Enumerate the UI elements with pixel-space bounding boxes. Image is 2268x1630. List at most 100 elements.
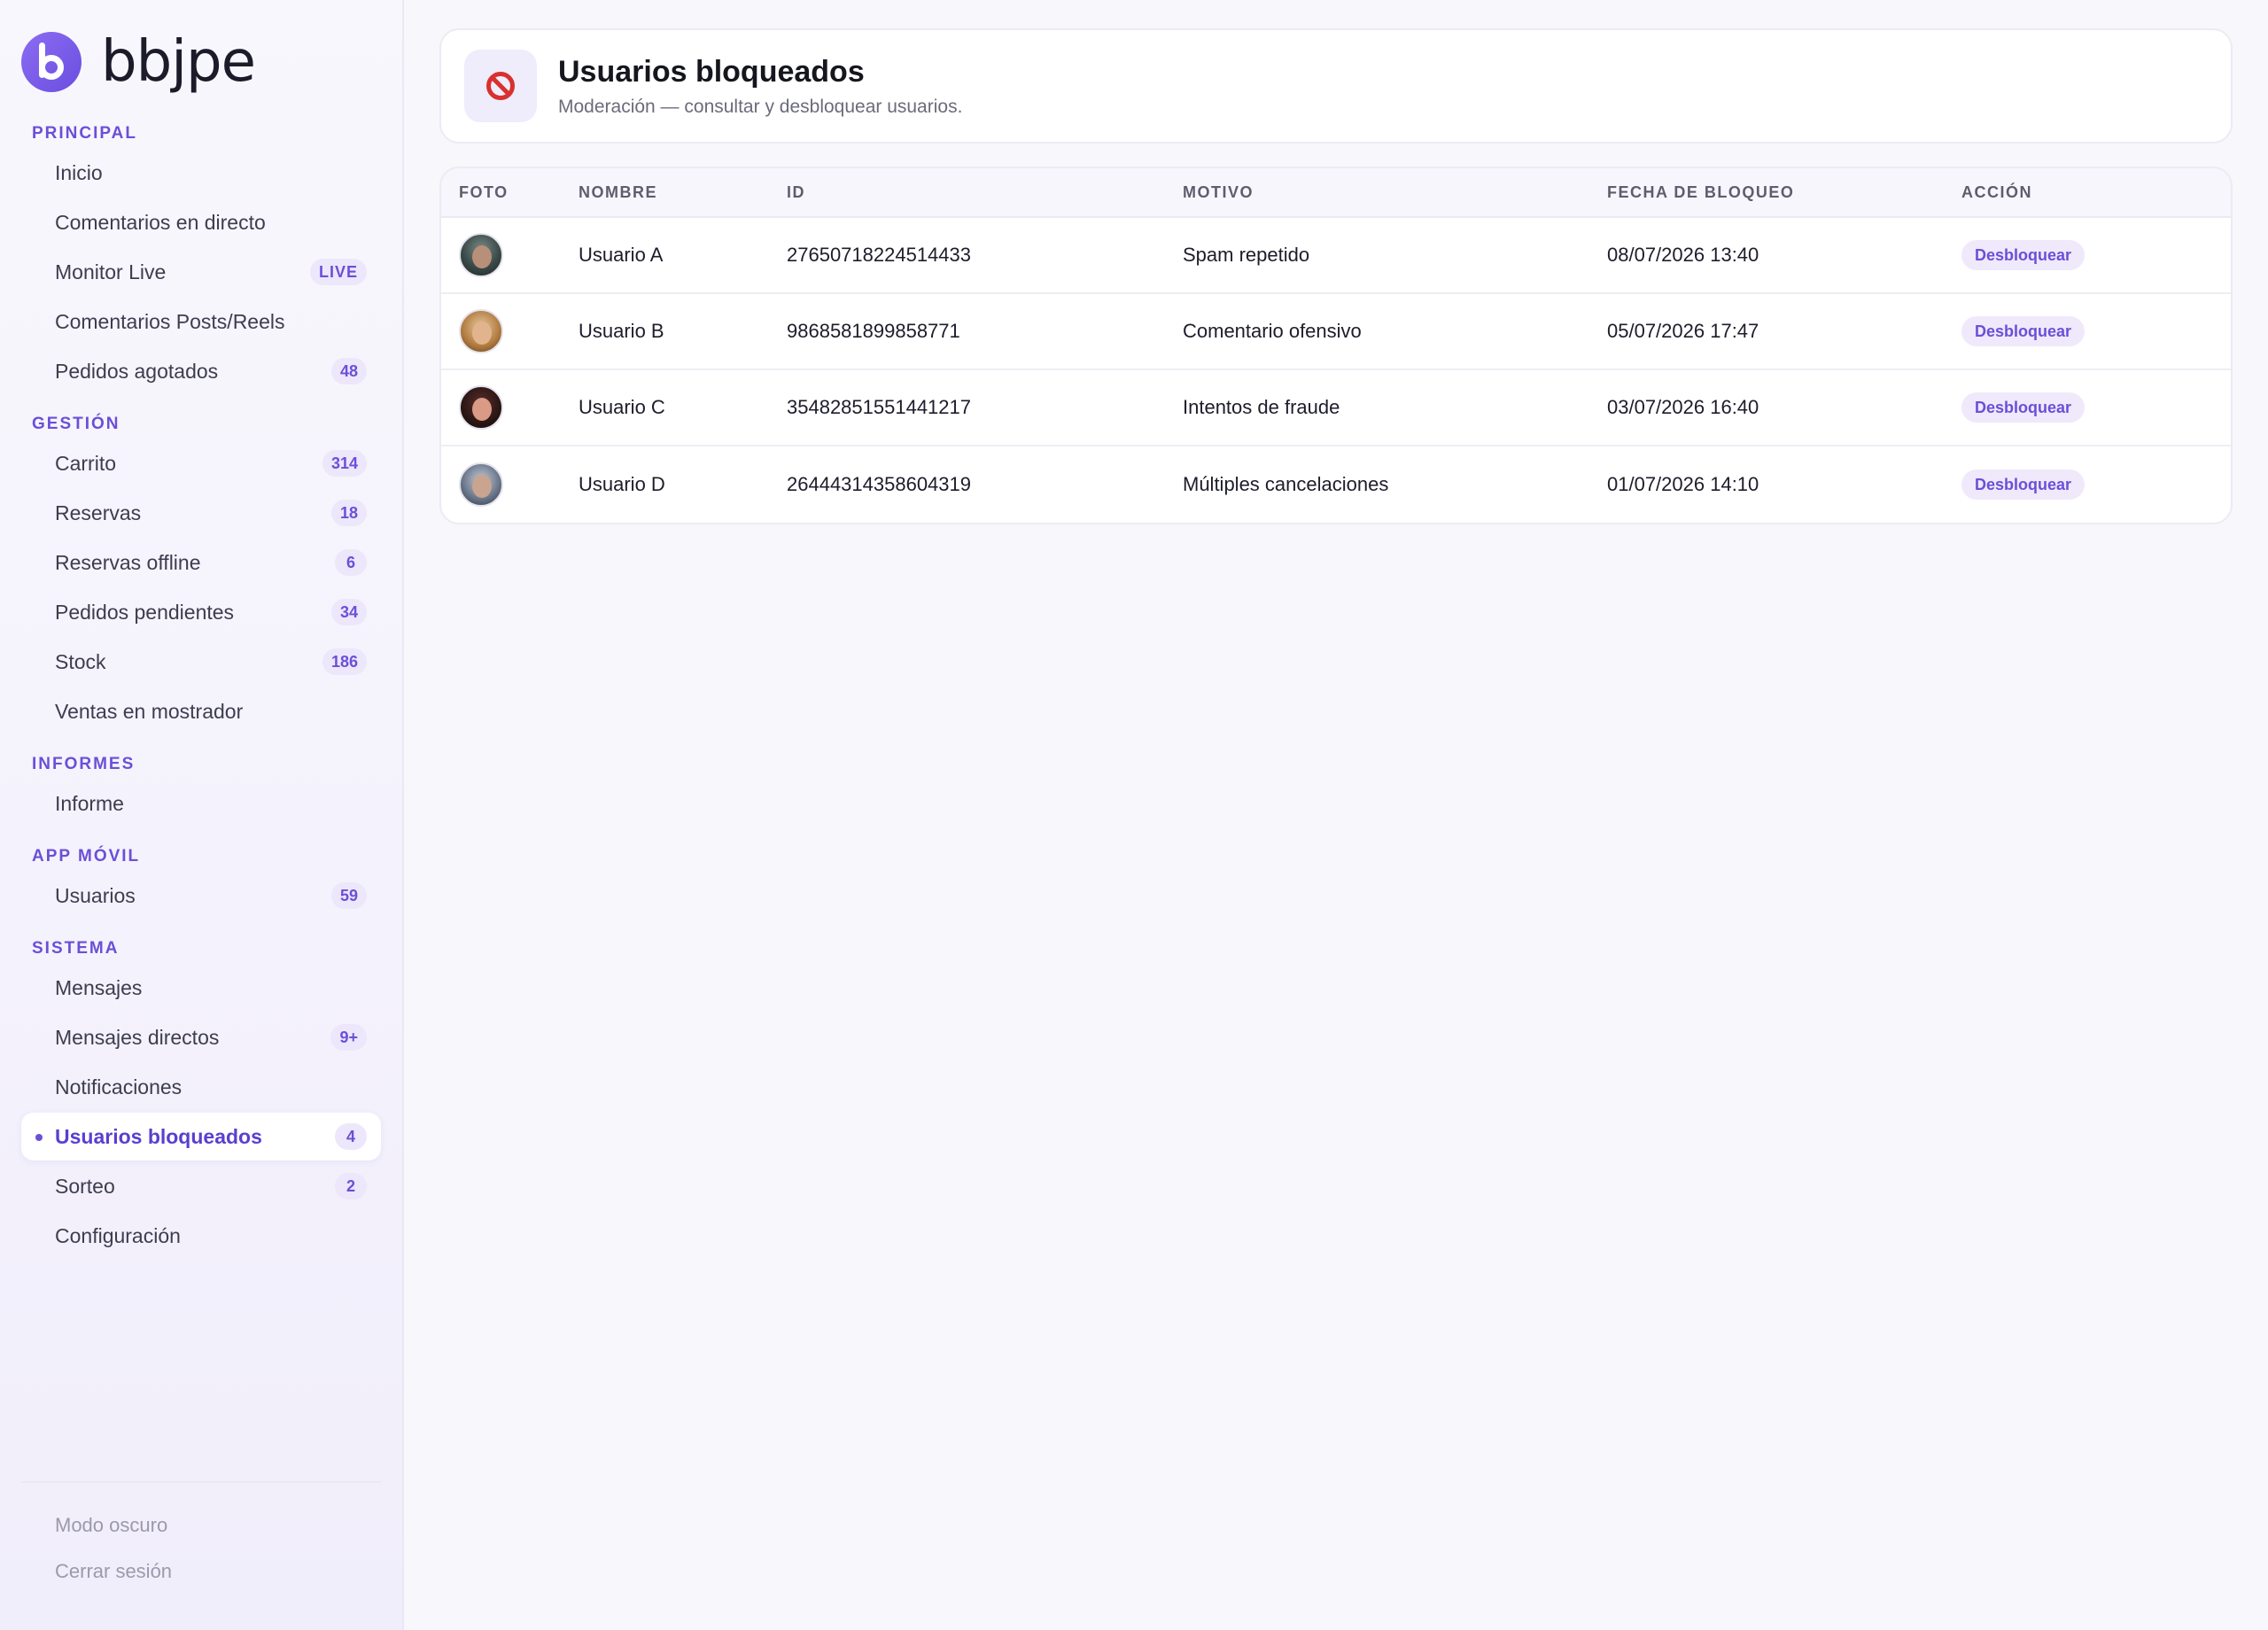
page-subtitle: Moderación — consultar y desbloquear usu… [558,96,963,117]
sidebar-item-carrito[interactable]: Carrito 314 [21,439,381,487]
count-badge: 186 [322,648,367,675]
sidebar-item-comentarios-posts-reels[interactable]: Comentarios Posts/Reels [21,298,381,345]
sidebar-item-label: Sorteo [55,1174,115,1198]
user-id: 9868581899858771 [787,320,960,342]
unblock-button[interactable]: Desbloquear [1961,470,2085,500]
column-header-id: ID [787,182,805,201]
user-id: 27650718224514433 [787,244,972,266]
count-badge: 59 [330,882,367,909]
count-badge: 314 [322,450,367,477]
sidebar-item-pedidos-pendientes[interactable]: Pedidos pendientes 34 [21,588,381,636]
sidebar-item-reservas[interactable]: Reservas 18 [21,489,381,537]
sidebar-item-notificaciones[interactable]: Notificaciones [21,1063,381,1111]
block-date: 05/07/2026 17:47 [1607,320,1759,342]
user-id: 35482851551441217 [787,396,972,418]
sidebar-section-title: INFORMES [32,755,136,773]
sidebar-item-usuarios[interactable]: Usuarios 59 [21,872,381,920]
block-date: 01/07/2026 14:10 [1607,473,1759,495]
sidebar-item-label: Ventas en mostrador [55,699,244,723]
block-reason: Intentos de fraude [1183,396,1340,418]
count-badge: 18 [330,500,367,526]
count-badge: 48 [330,358,367,384]
sidebar-item-label: Usuarios [55,883,136,907]
sidebar-section-title: APP MÓVIL [32,847,141,865]
live-badge: LIVE [309,259,367,285]
page-header: Usuarios bloqueados Moderación — consult… [439,28,2233,144]
sidebar-section-title: PRINCIPAL [32,124,137,143]
sidebar-item-ventas-en-mostrador[interactable]: Ventas en mostrador [21,687,381,735]
sidebar-item-informe[interactable]: Informe [21,780,381,827]
sidebar-item-sorteo[interactable]: Sorteo 2 [21,1162,381,1210]
sidebar-item-mensajes-directos[interactable]: Mensajes directos 9+ [21,1013,381,1061]
app-shell: bbjpe PRINCIPAL Inicio Comentarios en dire… [0,0,2268,1630]
sidebar-item-pedidos-agotados[interactable]: Pedidos agotados 48 [21,347,381,395]
user-avatar [459,233,503,277]
sidebar: bbjpe PRINCIPAL Inicio Comentarios en dire… [0,0,404,1630]
sidebar-item-monitor-live[interactable]: Monitor Live LIVE [21,248,381,296]
user-id: 26444314358604319 [787,473,972,495]
table-row: Usuario D 26444314358604319 Múltiples ca… [441,446,2231,523]
sidebar-item-label: Comentarios en directo [55,210,266,234]
page-title: Usuarios bloqueados [558,54,865,89]
column-header-accion: ACCIÓN [1961,182,2032,201]
table-row: Usuario A 27650718224514433 Spam repetid… [441,218,2231,294]
sidebar-item-label: Mensajes [55,975,143,999]
sidebar-item-stock[interactable]: Stock 186 [21,638,381,686]
count-badge: 6 [335,549,367,576]
user-name: Usuario A [579,244,664,266]
sidebar-item-label: Pedidos agotados [55,359,219,383]
column-header-motivo: MOTIVO [1183,182,1254,201]
user-name: Usuario C [579,396,665,418]
count-badge: 34 [330,599,367,625]
logout-button[interactable]: Cerrar sesión [21,1548,381,1595]
block-reason: Spam repetido [1183,244,1310,266]
sidebar-item-usuarios-bloqueados[interactable]: Usuarios bloqueados 4 [21,1113,381,1160]
sidebar-nav: PRINCIPAL Inicio Comentarios en directo Mon… [21,124,381,1260]
user-name: Usuario B [579,320,664,342]
column-header-nombre: NOMBRE [579,182,657,201]
sidebar-item-label: Usuarios bloqueados [55,1124,262,1148]
block-date: 08/07/2026 13:40 [1607,244,1759,266]
block-reason: Comentario ofensivo [1183,320,1362,342]
sidebar-item-configuracion[interactable]: Configuración [21,1212,381,1260]
blocked-users-table: FOTO NOMBRE ID MOTIVO FECHA DE BLOQUEO A… [439,167,2233,524]
count-badge: 2 [335,1173,367,1199]
sidebar-item-label: Carrito [55,451,117,475]
sidebar-item-label: Configuración [55,1223,181,1247]
sidebar-item-label: Monitor Live [55,260,167,283]
brand-logo[interactable]: bbjpe [21,0,381,124]
unblock-button[interactable]: Desbloquear [1961,316,2085,346]
sidebar-section-title: SISTEMA [32,939,120,958]
sidebar-footer: Modo oscuro Cerrar sesión [21,1481,381,1595]
sidebar-item-mensajes[interactable]: Mensajes [21,964,381,1012]
user-name: Usuario D [579,473,665,495]
user-avatar [459,309,503,353]
sidebar-item-label: Comentarios Posts/Reels [55,309,285,333]
column-header-fecha: FECHA DE BLOQUEO [1607,182,1795,201]
sidebar-item-inicio[interactable]: Inicio [21,149,381,197]
sidebar-item-label: Reservas offline [55,550,201,574]
dark-mode-toggle[interactable]: Modo oscuro [21,1502,381,1548]
brand-name: bbjpe [101,29,256,95]
column-header-foto: FOTO [459,182,509,201]
sidebar-item-label: Pedidos pendientes [55,600,235,624]
count-badge: 4 [335,1123,367,1150]
unblock-button[interactable]: Desbloquear [1961,392,2085,423]
sidebar-item-comentarios-en-directo[interactable]: Comentarios en directo [21,198,381,246]
table-row: Usuario C 35482851551441217 Intentos de … [441,370,2231,446]
table-row: Usuario B 9868581899858771 Comentario of… [441,294,2231,370]
sidebar-item-label: Stock [55,649,106,673]
sidebar-item-label: Inicio [55,160,103,184]
sidebar-item-label: Reservas [55,501,142,524]
unblock-button[interactable]: Desbloquear [1961,240,2085,270]
block-reason: Múltiples cancelaciones [1183,473,1389,495]
user-avatar [459,385,503,430]
sidebar-item-label: Notificaciones [55,1075,183,1098]
sidebar-item-label: Mensajes directos [55,1025,220,1049]
count-badge: 9+ [330,1024,367,1051]
table-header: FOTO NOMBRE ID MOTIVO FECHA DE BLOQUEO A… [441,168,2231,218]
sidebar-item-label: Informe [55,791,124,815]
sidebar-item-reservas-offline[interactable]: Reservas offline 6 [21,539,381,586]
logo-mark-icon [21,32,82,92]
prohibited-icon [464,50,537,122]
